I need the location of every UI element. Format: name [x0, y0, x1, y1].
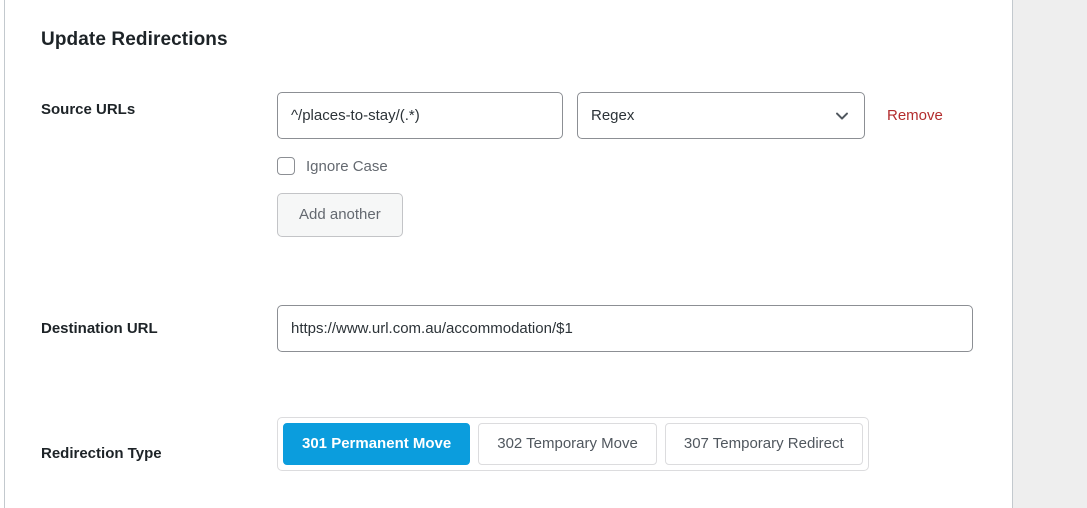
- destination-url-input[interactable]: [277, 305, 973, 352]
- destination-url-field-body: [277, 305, 976, 352]
- ignore-case-checkbox[interactable]: [277, 157, 295, 175]
- source-urls-row: Source URLs Regex: [41, 92, 976, 237]
- match-type-select-wrapper: Regex: [577, 92, 865, 139]
- redirection-type-label: Redirection Type: [41, 445, 162, 462]
- redirection-type-field-body: 301 Permanent Move 302 Temporary Move 30…: [277, 417, 976, 471]
- redirection-type-option-302[interactable]: 302 Temporary Move: [478, 423, 657, 465]
- panel-content: Update Redirections Source URLs Regex: [5, 0, 1012, 471]
- remove-source-link[interactable]: Remove: [887, 107, 943, 124]
- page-title: Update Redirections: [41, 29, 228, 50]
- source-urls-field-body: Regex Remove Ignore Case: [277, 92, 976, 237]
- destination-url-label: Destination URL: [41, 320, 158, 337]
- page-background-gutter: [1012, 0, 1087, 508]
- redirection-type-option-301[interactable]: 301 Permanent Move: [283, 423, 471, 465]
- update-redirections-panel: Update Redirections Source URLs Regex: [4, 0, 1012, 508]
- ignore-case-row: Ignore Case: [277, 157, 976, 175]
- source-url-line: Regex Remove: [277, 92, 976, 139]
- ignore-case-label: Ignore Case: [306, 157, 388, 175]
- redirection-settings-screen: Update Redirections Source URLs Regex: [0, 0, 1087, 508]
- source-url-input[interactable]: [277, 92, 563, 139]
- redirection-type-option-307[interactable]: 307 Temporary Redirect: [664, 423, 863, 465]
- match-type-selected-value: Regex: [591, 107, 635, 124]
- source-urls-label: Source URLs: [41, 101, 136, 118]
- add-another-button[interactable]: Add another: [277, 193, 403, 237]
- redirection-type-row: Redirection Type 301 Permanent Move 302 …: [41, 417, 976, 471]
- match-type-select[interactable]: Regex: [577, 92, 865, 139]
- destination-url-row: Destination URL: [41, 305, 976, 352]
- redirection-type-button-group: 301 Permanent Move 302 Temporary Move 30…: [277, 417, 869, 471]
